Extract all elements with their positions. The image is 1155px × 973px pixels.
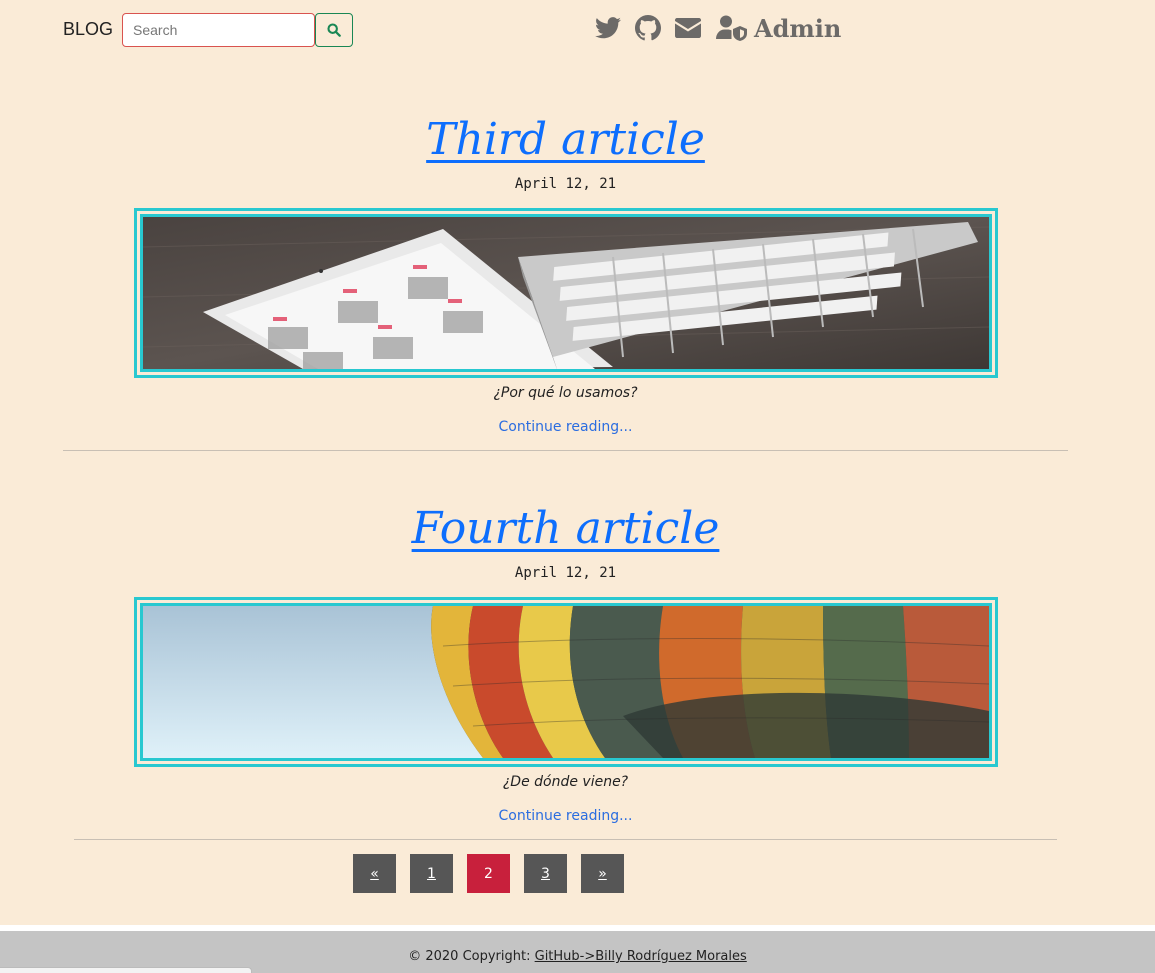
article-subtitle: ¿De dónde viene? <box>502 774 629 790</box>
github-icon <box>635 15 661 41</box>
article-subtitle: ¿Por qué lo usamos? <box>493 385 638 401</box>
copyright-text: © 2020 Copyright: <box>408 949 535 964</box>
social-links: Admin <box>594 12 841 44</box>
article-card: Fourth article April 12, 21 ¿De dónde vi… <box>63 501 1068 826</box>
admin-link[interactable]: Admin <box>716 14 841 43</box>
search-icon <box>327 23 341 37</box>
article-title-link[interactable]: Fourth article <box>412 501 720 557</box>
continue-reading-link[interactable]: Continue reading... <box>499 417 633 437</box>
article-divider <box>74 839 1057 840</box>
article-image <box>139 214 992 372</box>
article-date: April 12, 21 <box>514 565 617 581</box>
pagination-page-1[interactable]: 1 <box>410 854 453 893</box>
email-link[interactable] <box>674 15 702 41</box>
article-title-link[interactable]: Third article <box>426 112 705 168</box>
admin-label: Admin <box>754 13 842 43</box>
search-button[interactable] <box>315 13 353 47</box>
pagination-page-3[interactable]: 3 <box>524 854 567 893</box>
pagination-page-2[interactable]: 2 <box>467 854 510 893</box>
pagination: « 1 2 3 » <box>353 854 638 893</box>
envelope-icon <box>675 18 701 38</box>
twitter-icon <box>595 17 621 39</box>
article-image-frame <box>133 597 998 767</box>
user-shield-icon <box>716 15 747 41</box>
continue-reading-link[interactable]: Continue reading... <box>499 806 633 826</box>
article-divider <box>63 450 1068 451</box>
github-link[interactable] <box>634 15 662 41</box>
pagination-prev-button[interactable]: « <box>353 854 396 893</box>
navbar: BLOG Search Admin <box>0 0 1155 60</box>
footer-copyright: © 2020 Copyright: GitHub->Billy Rodrígue… <box>0 949 1155 964</box>
github-profile-link[interactable]: GitHub->Billy Rodríguez Morales <box>535 949 747 964</box>
article-image <box>139 603 992 761</box>
article-image-frame <box>133 208 998 378</box>
brand-link[interactable]: BLOG <box>63 19 113 40</box>
pagination-next-button[interactable]: » <box>581 854 624 893</box>
article-date: April 12, 21 <box>514 176 617 192</box>
horizontal-scrollbar[interactable] <box>0 967 252 973</box>
article-card: Third article April 12, 21 ¿Por qué lo u… <box>63 112 1068 437</box>
search-input[interactable] <box>122 13 315 47</box>
twitter-link[interactable] <box>594 15 622 41</box>
